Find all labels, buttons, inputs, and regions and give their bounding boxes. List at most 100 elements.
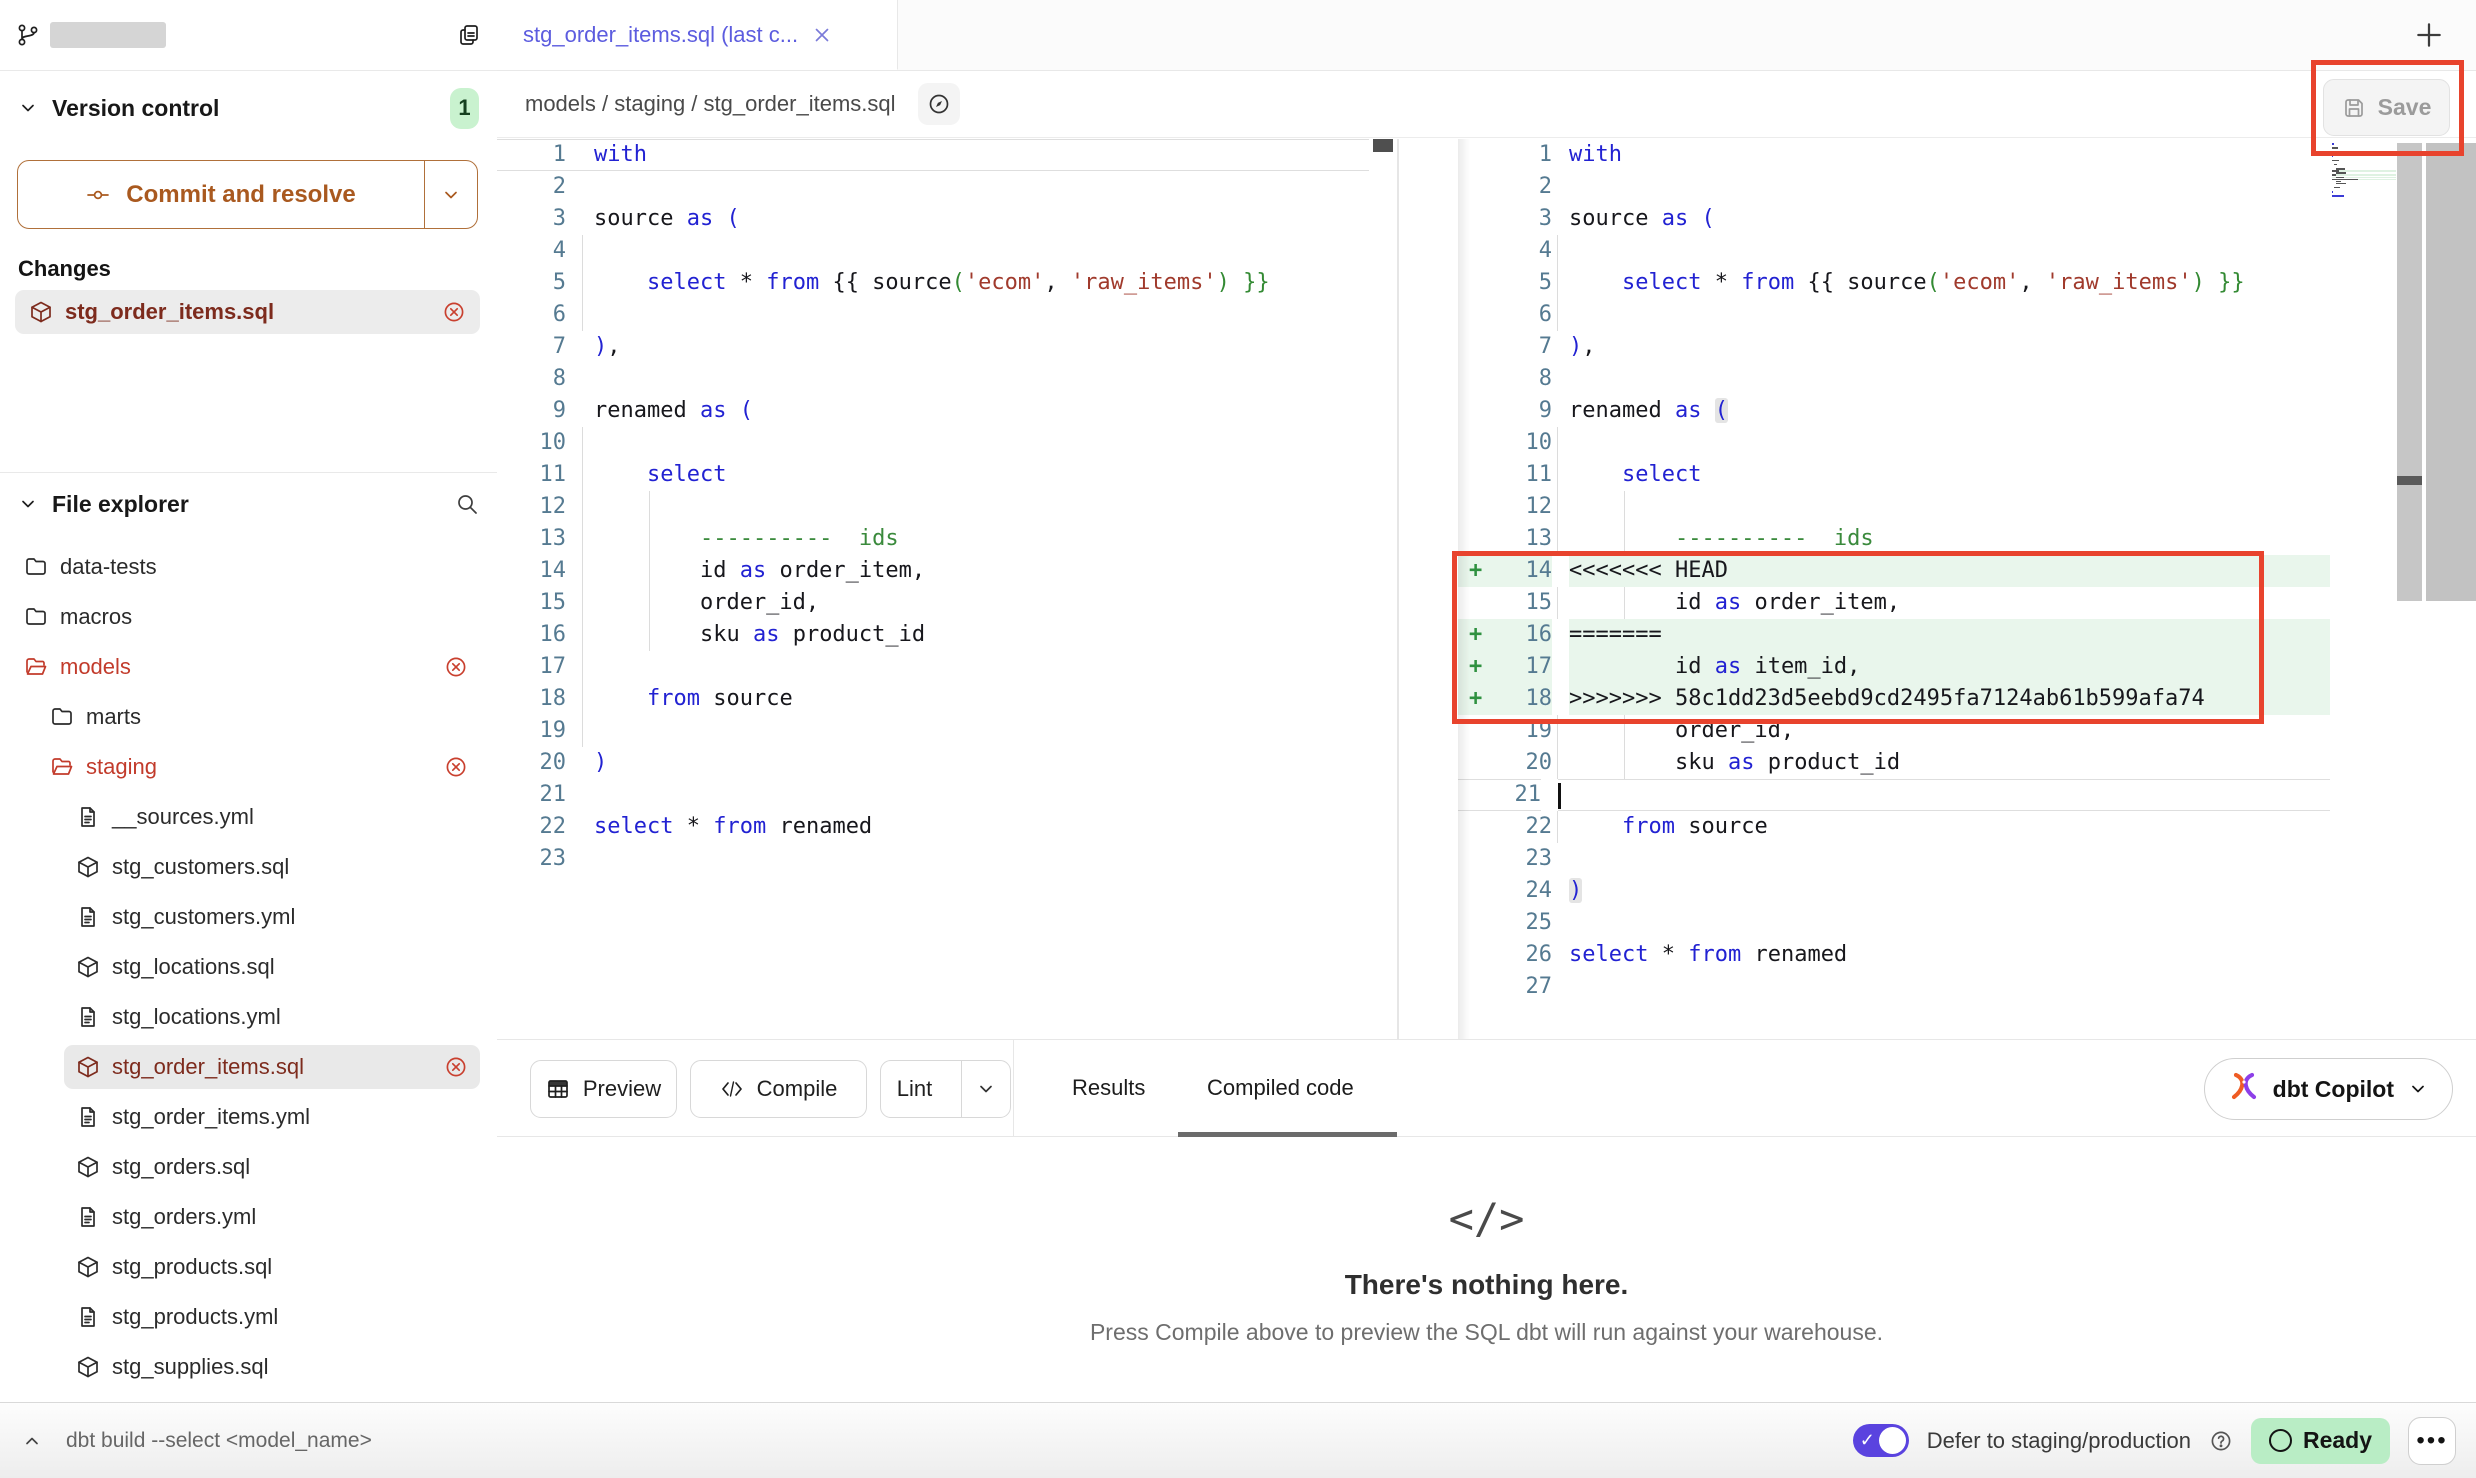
tab-compiled-code[interactable]: Compiled code	[1207, 1040, 1354, 1136]
code-line-5[interactable]: 5 select * from {{ source('ecom', 'raw_i…	[497, 267, 1369, 299]
file-tree-item-stg_orders.sql[interactable]: stg_orders.sql	[0, 1142, 497, 1192]
code-line-14[interactable]: +14<<<<<<< HEAD	[1400, 555, 2330, 587]
code-line-3[interactable]: 3source as (	[497, 203, 1369, 235]
file-explorer-section-header[interactable]: File explorer	[0, 482, 497, 526]
file-tree-item-stg_products.yml[interactable]: stg_products.yml	[0, 1292, 497, 1342]
code-line-20[interactable]: 20 sku as product_id	[1400, 747, 2330, 779]
file-tree-item-marts[interactable]: marts	[0, 692, 497, 742]
compile-button[interactable]: Compile	[690, 1060, 867, 1118]
code-line-1[interactable]: 1with	[497, 139, 1369, 171]
copy-files-icon[interactable]	[457, 23, 481, 47]
file-tree-item-staging[interactable]: staging	[0, 742, 497, 792]
code-line-17[interactable]: 17	[497, 651, 1369, 683]
close-icon[interactable]	[812, 25, 832, 45]
lint-options-dropdown[interactable]	[961, 1061, 1010, 1117]
code-line-3[interactable]: 3source as (	[1400, 203, 2330, 235]
status-badge[interactable]: Ready	[2251, 1418, 2390, 1464]
code-line-15[interactable]: 15 order_id,	[497, 587, 1369, 619]
code-line-16[interactable]: 16 sku as product_id	[497, 619, 1369, 651]
file-tree-item-stg_order_items.sql[interactable]: stg_order_items.sql	[0, 1042, 497, 1092]
code-line-5[interactable]: 5 select * from {{ source('ecom', 'raw_i…	[1400, 267, 2330, 299]
file-tree-item-macros[interactable]: macros	[0, 592, 497, 642]
code-line-22[interactable]: 22 from source	[1400, 811, 2330, 843]
chevron-up-icon[interactable]	[22, 1431, 42, 1451]
code-line-4[interactable]: 4	[1400, 235, 2330, 267]
code-line-16[interactable]: +16=======	[1400, 619, 2330, 651]
file-tree-item-models[interactable]: models	[0, 642, 497, 692]
editor-left-pane[interactable]: 1with23source as (45 select * from {{ so…	[497, 139, 1397, 1039]
code-line-22[interactable]: 22select * from renamed	[497, 811, 1369, 843]
conflict-x-icon[interactable]	[444, 655, 468, 679]
conflict-x-icon[interactable]	[444, 1055, 468, 1079]
code-line-18[interactable]: 18 from source	[497, 683, 1369, 715]
file-tree-item-stg_order_items.yml[interactable]: stg_order_items.yml	[0, 1092, 497, 1142]
commit-and-resolve-button[interactable]: Commit and resolve	[17, 160, 478, 229]
code-line-9[interactable]: 9renamed as (	[1400, 395, 2330, 427]
file-tree-item-stg_orders.yml[interactable]: stg_orders.yml	[0, 1192, 497, 1242]
more-options-button[interactable]: •••	[2408, 1417, 2456, 1465]
editor-divider[interactable]	[1397, 139, 1399, 1039]
code-line-21[interactable]: 21	[1400, 779, 2330, 811]
code-line-23[interactable]: 23	[1400, 843, 2330, 875]
code-line-4[interactable]: 4	[497, 235, 1369, 267]
lint-button[interactable]: Lint	[880, 1060, 1011, 1118]
code-line-8[interactable]: 8	[1400, 363, 2330, 395]
code-line-24[interactable]: 24)	[1400, 875, 2330, 907]
tab-results[interactable]: Results	[1072, 1040, 1145, 1136]
code-line-1[interactable]: 1with	[1400, 139, 2330, 171]
left-editor-scrollbar-thumb[interactable]	[1373, 139, 1393, 152]
file-tree-item-stg_products.sql[interactable]: stg_products.sql	[0, 1242, 497, 1292]
code-line-10[interactable]: 10	[1400, 427, 2330, 459]
version-control-section-header[interactable]: Version control 1	[0, 86, 497, 130]
code-line-12[interactable]: 12	[1400, 491, 2330, 523]
code-line-11[interactable]: 11 select	[497, 459, 1369, 491]
file-tree-item-stg_locations.sql[interactable]: stg_locations.sql	[0, 942, 497, 992]
code-line-2[interactable]: 2	[1400, 171, 2330, 203]
code-line-26[interactable]: 26select * from renamed	[1400, 939, 2330, 971]
file-tree-item-data-tests[interactable]: data-tests	[0, 542, 497, 592]
editor-scrollbar[interactable]	[2426, 143, 2476, 601]
file-tree-item-stg_customers.sql[interactable]: stg_customers.sql	[0, 842, 497, 892]
save-button[interactable]: Save	[2323, 79, 2450, 136]
minimap[interactable]	[2332, 143, 2396, 200]
code-line-7[interactable]: 7),	[1400, 331, 2330, 363]
lineage-icon[interactable]	[918, 83, 960, 125]
new-tab-button[interactable]	[2410, 16, 2448, 54]
scrollbar-thumb[interactable]	[2397, 476, 2422, 485]
file-tree-item-stg_locations.yml[interactable]: stg_locations.yml	[0, 992, 497, 1042]
code-line-10[interactable]: 10	[497, 427, 1369, 459]
file-tree-item-stg_supplies.sql[interactable]: stg_supplies.sql	[0, 1342, 497, 1392]
code-line-21[interactable]: 21	[497, 779, 1369, 811]
code-line-9[interactable]: 9renamed as (	[497, 395, 1369, 427]
tab-stg-order-items[interactable]: stg_order_items.sql (last c...	[497, 0, 898, 70]
code-line-18[interactable]: +18>>>>>>> 58c1dd23d5eebd9cd2495fa7124ab…	[1400, 683, 2330, 715]
editor-right-pane[interactable]: 1with23source as (45 select * from {{ so…	[1400, 139, 2476, 1039]
code-line-6[interactable]: 6	[497, 299, 1369, 331]
code-line-15[interactable]: 15 id as order_item,	[1400, 587, 2330, 619]
code-line-7[interactable]: 7),	[497, 331, 1369, 363]
code-line-27[interactable]: 27	[1400, 971, 2330, 1003]
defer-toggle[interactable]: ✓	[1853, 1424, 1909, 1457]
file-tree-item-stg_customers.yml[interactable]: stg_customers.yml	[0, 892, 497, 942]
help-icon[interactable]	[2209, 1429, 2233, 1453]
search-icon[interactable]	[455, 492, 479, 516]
code-line-25[interactable]: 25	[1400, 907, 2330, 939]
code-line-11[interactable]: 11 select	[1400, 459, 2330, 491]
code-line-20[interactable]: 20)	[497, 747, 1369, 779]
code-line-8[interactable]: 8	[497, 363, 1369, 395]
code-line-14[interactable]: 14 id as order_item,	[497, 555, 1369, 587]
code-line-12[interactable]: 12	[497, 491, 1369, 523]
changed-file-row[interactable]: stg_order_items.sql	[15, 290, 480, 334]
commit-options-dropdown[interactable]	[424, 161, 477, 228]
command-input[interactable]: dbt build --select <model_name>	[66, 1429, 372, 1453]
code-line-13[interactable]: 13 ---------- ids	[497, 523, 1369, 555]
file-tree-item-__sources.yml[interactable]: __sources.yml	[0, 792, 497, 842]
conflict-x-icon[interactable]	[444, 755, 468, 779]
preview-button[interactable]: Preview	[530, 1060, 677, 1118]
minimap-scrollbar[interactable]	[2397, 143, 2422, 601]
code-line-6[interactable]: 6	[1400, 299, 2330, 331]
code-line-23[interactable]: 23	[497, 843, 1369, 875]
code-line-13[interactable]: 13 ---------- ids	[1400, 523, 2330, 555]
code-line-19[interactable]: 19	[497, 715, 1369, 747]
code-line-17[interactable]: +17 id as item_id,	[1400, 651, 2330, 683]
